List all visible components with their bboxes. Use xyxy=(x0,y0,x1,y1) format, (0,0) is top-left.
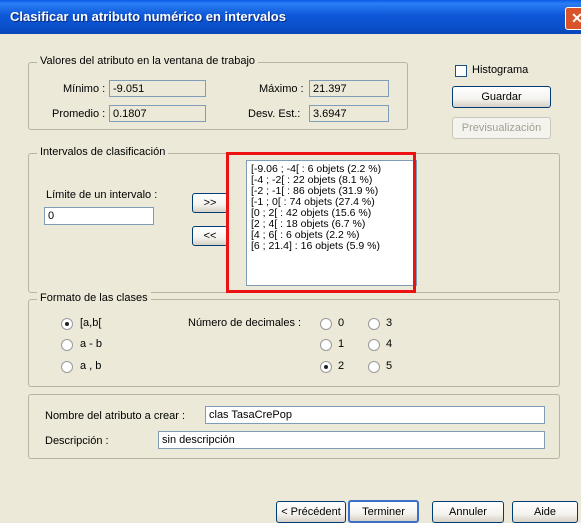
decimals-radio-5[interactable] xyxy=(368,361,380,373)
max-value-field: 21.397 xyxy=(309,80,389,97)
limit-input[interactable]: 0 xyxy=(44,207,154,225)
class-format-label-2: a , b xyxy=(80,360,102,372)
save-button[interactable]: Guardar xyxy=(452,86,551,108)
decimals-radio-4[interactable] xyxy=(368,339,380,351)
mean-label: Promedio : xyxy=(52,108,106,120)
format-group: Formato de las clases xyxy=(28,292,560,387)
preview-button[interactable]: Previsualización xyxy=(452,117,551,139)
min-value-field: -9.051 xyxy=(109,80,206,97)
histogram-checkbox[interactable] xyxy=(455,65,467,77)
finish-button[interactable]: Terminer xyxy=(348,500,419,523)
window-title: Clasificar un atributo numérico en inter… xyxy=(10,9,286,24)
decimals-label-0: 0 xyxy=(338,317,345,329)
classify-dialog: Clasificar un atributo numérico en inter… xyxy=(0,0,581,523)
class-format-radio-0[interactable] xyxy=(61,318,73,330)
class-format-radio-1[interactable] xyxy=(61,339,73,351)
mean-value-field: 0.1807 xyxy=(109,105,206,122)
stats-legend: Valores del atributo en la ventana de tr… xyxy=(37,55,259,67)
limit-label: Límite de un intervalo : xyxy=(46,189,158,201)
highlight-box xyxy=(226,152,416,293)
decimals-label-2: 2 xyxy=(338,360,345,372)
help-button[interactable]: Aide xyxy=(512,501,578,523)
description-input[interactable]: sin descripción xyxy=(158,431,545,449)
title-bar[interactable]: Clasificar un atributo numérico en inter… xyxy=(0,0,581,34)
decimals-radio-3[interactable] xyxy=(368,318,380,330)
add-limit-button[interactable]: >> xyxy=(192,193,228,213)
decimals-label: Número de decimales : xyxy=(188,317,302,329)
std-label: Desv. Est.: xyxy=(248,108,301,120)
close-icon[interactable]: ✕ xyxy=(565,7,581,30)
decimals-label-3: 3 xyxy=(386,317,393,329)
decimals-radio-0[interactable] xyxy=(320,318,332,330)
decimals-label-4: 4 xyxy=(386,338,393,350)
remove-limit-button[interactable]: << xyxy=(192,226,228,246)
previous-button[interactable]: < Précédent xyxy=(276,501,346,523)
decimals-label-5: 5 xyxy=(386,360,393,372)
histogram-label: Histograma xyxy=(472,64,529,76)
attribute-name-label: Nombre del atributo a crear : xyxy=(45,410,186,422)
class-format-label-0: [a,b[ xyxy=(80,317,102,329)
attribute-group xyxy=(28,394,560,459)
description-label: Descripción : xyxy=(45,435,109,447)
min-label: Mínimo : xyxy=(63,83,106,95)
std-value-field: 3.6947 xyxy=(309,105,389,122)
max-label: Máximo : xyxy=(259,83,304,95)
decimals-radio-2[interactable] xyxy=(320,361,332,373)
format-legend: Formato de las clases xyxy=(37,292,151,304)
cancel-button[interactable]: Annuler xyxy=(432,501,504,523)
attribute-name-input[interactable]: clas TasaCrePop xyxy=(205,406,545,424)
decimals-label-1: 1 xyxy=(338,338,345,350)
decimals-radio-1[interactable] xyxy=(320,339,332,351)
intervals-legend: Intervalos de clasificación xyxy=(37,146,169,158)
class-format-label-1: a - b xyxy=(80,338,103,350)
class-format-radio-2[interactable] xyxy=(61,361,73,373)
